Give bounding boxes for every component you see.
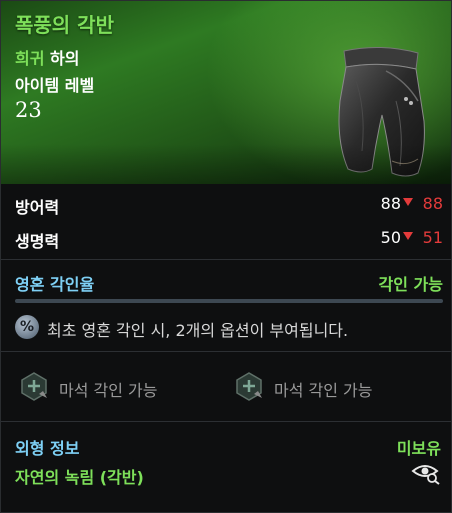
stat-label: 생명력 xyxy=(15,232,60,251)
divider xyxy=(1,351,451,352)
soul-engrave-label: 영혼 각인율 xyxy=(15,275,95,294)
stat-current-value: 51 xyxy=(422,228,443,247)
stat-base-value: 88 xyxy=(380,194,401,213)
item-header: 폭풍의 각반 희귀 하의 아이템 레벨 23 xyxy=(1,1,451,184)
socket-label: 마석 각인 가능 xyxy=(274,381,373,400)
percent-icon: % xyxy=(15,315,39,339)
stat-row-defense: 방어력 88 88 xyxy=(15,194,443,218)
item-name: 폭풍의 각반 xyxy=(15,13,114,37)
item-rarity-line: 희귀 하의 xyxy=(15,45,79,69)
socket-label: 마석 각인 가능 xyxy=(59,381,158,400)
leggings-image xyxy=(338,46,425,177)
stat-down-arrow-icon xyxy=(403,198,413,206)
divider xyxy=(1,421,451,422)
stat-label: 방어력 xyxy=(15,198,60,217)
stat-current-value: 88 xyxy=(422,194,443,213)
appearance-label: 외형 정보 xyxy=(15,439,80,458)
stat-base-value: 50 xyxy=(380,228,401,247)
soul-engrave-status: 각인 가능 xyxy=(378,275,443,294)
eye-search-icon[interactable] xyxy=(411,461,441,485)
item-tooltip: 폭풍의 각반 희귀 하의 아이템 레벨 23 방어력 88 88 생명력 50 … xyxy=(0,0,452,513)
magic-stone-socket-icon xyxy=(21,372,47,401)
divider xyxy=(1,259,451,260)
appearance-status: 미보유 xyxy=(396,439,441,458)
soul-option-info: % 최초 영혼 각인 시, 2개의 옵션이 부여됩니다. xyxy=(15,315,443,341)
magic-stone-socket-icon xyxy=(236,372,262,401)
soul-engrave-progress-bar xyxy=(15,299,443,303)
item-rarity: 희귀 xyxy=(15,49,45,68)
item-level-label: 아이템 레벨 xyxy=(15,76,95,95)
item-level-value: 23 xyxy=(15,98,42,122)
soul-option-text: 최초 영혼 각인 시, 2개의 옵션이 부여됩니다. xyxy=(47,321,349,340)
appearance-name: 자연의 녹림 (각반) xyxy=(15,468,144,487)
stat-down-arrow-icon xyxy=(403,232,413,240)
item-slot: 하의 xyxy=(50,49,80,68)
stat-row-health: 생명력 50 51 xyxy=(15,228,443,252)
